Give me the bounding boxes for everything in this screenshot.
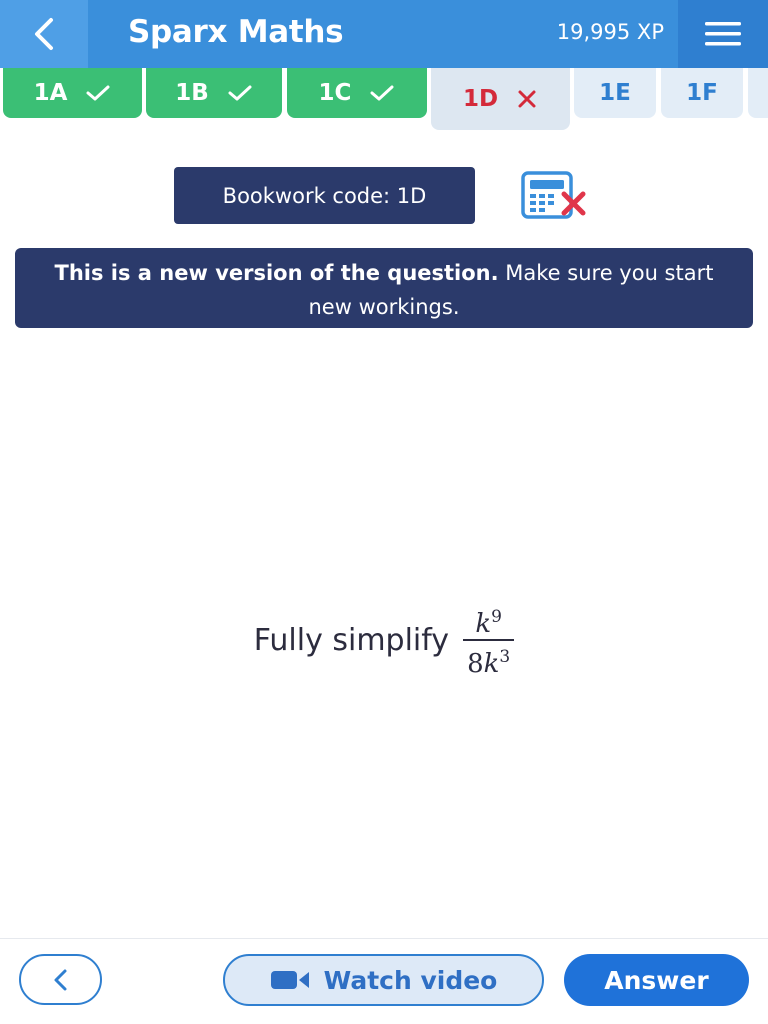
bookwork-code: Bookwork code: 1D bbox=[174, 167, 475, 224]
app-title: Sparx Maths bbox=[128, 14, 344, 50]
fraction-numerator: k9 bbox=[471, 602, 506, 639]
denominator-coefficient: 8 bbox=[467, 649, 484, 679]
xp-counter: 19,995 XP bbox=[556, 20, 664, 44]
video-camera-icon bbox=[270, 971, 309, 989]
fraction: k9 8k3 bbox=[463, 602, 515, 679]
calculator-not-allowed-icon[interactable] bbox=[520, 170, 590, 226]
tab-label: 1B bbox=[175, 80, 209, 106]
numerator-exponent: 9 bbox=[491, 607, 502, 627]
tab-label: 1E bbox=[599, 80, 631, 106]
tab-1d[interactable]: 1D bbox=[431, 68, 570, 130]
new-version-notice: This is a new version of the question. M… bbox=[15, 248, 753, 328]
tab-1e[interactable]: 1E bbox=[574, 68, 656, 118]
denominator-exponent: 3 bbox=[499, 647, 511, 667]
question-tabs: 1A 1B 1C 1D 1E 1F bbox=[0, 68, 768, 130]
notice-bold-text: This is a new version of the question. bbox=[54, 261, 499, 285]
numerator-variable: k bbox=[475, 609, 492, 639]
tab-1b[interactable]: 1B bbox=[146, 68, 282, 118]
cross-icon bbox=[518, 90, 536, 108]
tab-1f[interactable]: 1F bbox=[661, 68, 743, 118]
checkmark-icon bbox=[86, 85, 110, 101]
tab-label: 1D bbox=[462, 86, 499, 112]
checkmark-icon bbox=[370, 85, 394, 101]
hamburger-menu-icon bbox=[705, 22, 741, 46]
back-button[interactable] bbox=[0, 0, 88, 68]
question: Fully simplify k9 8k3 bbox=[0, 600, 768, 680]
tab-1a[interactable]: 1A bbox=[3, 68, 142, 118]
previous-button[interactable] bbox=[19, 954, 102, 1005]
footer-divider bbox=[0, 938, 768, 939]
chevron-left-icon bbox=[35, 18, 53, 50]
checkmark-icon bbox=[228, 85, 252, 101]
question-text: Fully simplify bbox=[253, 622, 450, 658]
answer-label: Answer bbox=[604, 965, 709, 995]
denominator-variable: k bbox=[483, 649, 500, 679]
bookwork-label: Bookwork code: 1D bbox=[222, 183, 427, 208]
chevron-left-icon bbox=[54, 969, 66, 990]
watch-video-label: Watch video bbox=[323, 965, 498, 995]
tab-label: 1A bbox=[33, 80, 68, 106]
tab-label: 1F bbox=[686, 80, 718, 106]
fraction-denominator: 8k3 bbox=[463, 639, 515, 679]
top-bar: Sparx Maths 19,995 XP bbox=[0, 0, 768, 68]
tab-label: 1C bbox=[318, 80, 352, 106]
watch-video-button[interactable]: Watch video bbox=[223, 954, 544, 1006]
tab-overflow[interactable] bbox=[748, 68, 768, 118]
menu-button[interactable] bbox=[678, 0, 768, 68]
answer-button[interactable]: Answer bbox=[564, 954, 749, 1006]
tab-1c[interactable]: 1C bbox=[287, 68, 427, 118]
